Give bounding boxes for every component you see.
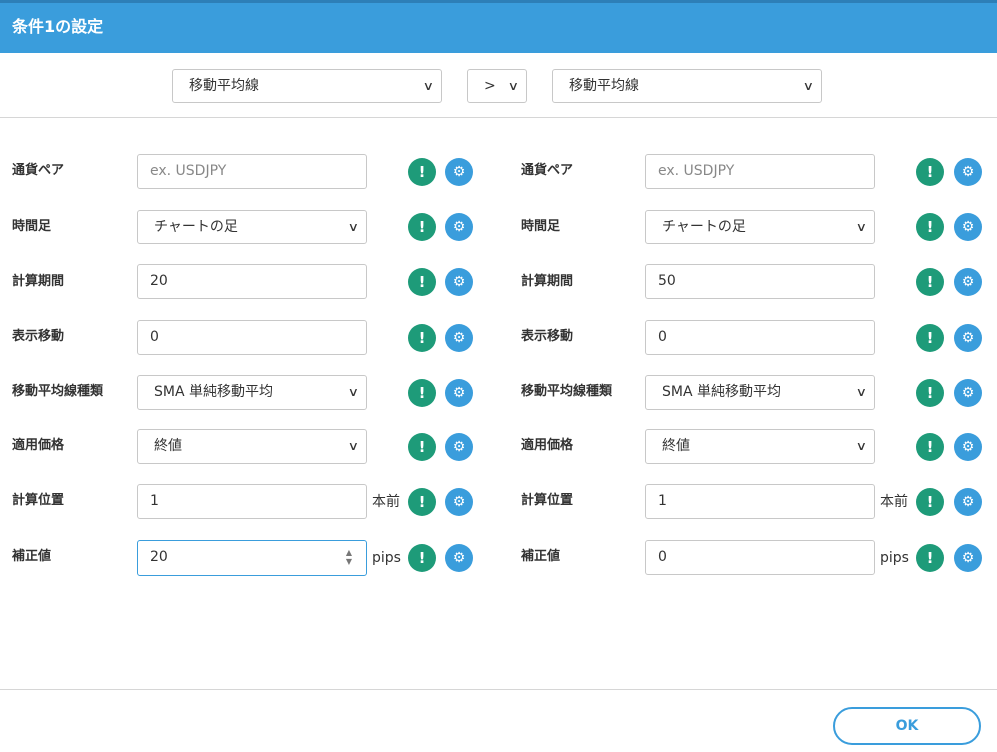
left-timeframe-value: チャートの足 — [154, 219, 238, 235]
right-period-gear-icon[interactable]: ⚙ — [954, 268, 982, 296]
left-ma-type-value: SMA 単純移動平均 — [154, 384, 273, 400]
right-currency-pair-label: 通貨ペア — [521, 163, 574, 178]
left-offset-gear-icon[interactable]: ⚙ — [445, 544, 473, 572]
right-offset-label: 補正値 — [521, 549, 561, 564]
right-timeframe-select[interactable]: チャートの足 ∨ — [645, 210, 875, 244]
left-price-info-icon[interactable]: ! — [408, 433, 436, 461]
right-price-info-icon[interactable]: ! — [916, 433, 944, 461]
right-position-info-icon[interactable]: ! — [916, 488, 944, 516]
right-indicator-select[interactable]: 移動平均線 ∨ — [552, 69, 822, 103]
operator-select[interactable]: > ∨ — [467, 69, 527, 103]
left-price-label: 適用価格 — [12, 438, 65, 453]
left-offset-value: 20 — [150, 549, 168, 565]
left-position-input[interactable]: 1 — [137, 484, 367, 519]
chevron-down-icon: ∨ — [855, 439, 868, 453]
left-price-gear-icon[interactable]: ⚙ — [445, 433, 473, 461]
left-shift-info-icon[interactable]: ! — [408, 324, 436, 352]
right-period-info-icon[interactable]: ! — [916, 268, 944, 296]
left-price-select[interactable]: 終値 ∨ — [137, 429, 367, 464]
left-currency-pair-input[interactable]: ex. USDJPY — [137, 154, 367, 189]
left-period-label: 計算期間 — [12, 274, 65, 289]
right-timeframe-label: 時間足 — [521, 219, 561, 234]
right-timeframe-info-icon[interactable]: ! — [916, 213, 944, 241]
chevron-down-icon: ∨ — [422, 79, 435, 93]
footer-divider — [0, 689, 997, 690]
right-ma-type-value: SMA 単純移動平均 — [662, 384, 781, 400]
left-position-gear-icon[interactable]: ⚙ — [445, 488, 473, 516]
left-position-label: 計算位置 — [12, 493, 65, 508]
right-shift-info-icon[interactable]: ! — [916, 324, 944, 352]
spin-up-icon[interactable]: ▲ — [344, 548, 354, 557]
left-ma-type-info-icon[interactable]: ! — [408, 379, 436, 407]
right-price-select[interactable]: 終値 ∨ — [645, 429, 875, 464]
left-ma-type-gear-icon[interactable]: ⚙ — [445, 379, 473, 407]
right-price-value: 終値 — [662, 438, 690, 454]
left-period-gear-icon[interactable]: ⚙ — [445, 268, 473, 296]
right-offset-gear-icon[interactable]: ⚙ — [954, 544, 982, 572]
right-price-label: 適用価格 — [521, 438, 574, 453]
left-indicator-select[interactable]: 移動平均線 ∨ — [172, 69, 442, 103]
right-offset-info-icon[interactable]: ! — [916, 544, 944, 572]
right-ma-type-gear-icon[interactable]: ⚙ — [954, 379, 982, 407]
right-currency-pair-info-icon[interactable]: ! — [916, 158, 944, 186]
left-position-suffix: 本前 — [372, 494, 400, 510]
left-timeframe-select[interactable]: チャートの足 ∨ — [137, 210, 367, 244]
ok-button[interactable]: OK — [833, 707, 981, 745]
left-shift-input[interactable]: 0 — [137, 320, 367, 355]
left-offset-input[interactable]: 20 ▲ ▼ — [137, 540, 367, 576]
left-indicator-value: 移動平均線 — [189, 78, 259, 94]
left-price-value: 終値 — [154, 438, 182, 454]
right-indicator-value: 移動平均線 — [569, 78, 639, 94]
right-position-label: 計算位置 — [521, 493, 574, 508]
right-timeframe-gear-icon[interactable]: ⚙ — [954, 213, 982, 241]
right-position-suffix: 本前 — [880, 494, 908, 510]
right-position-input[interactable]: 1 — [645, 484, 875, 519]
left-period-info-icon[interactable]: ! — [408, 268, 436, 296]
right-shift-label: 表示移動 — [521, 329, 574, 344]
right-offset-input[interactable]: 0 — [645, 540, 875, 575]
left-ma-type-label: 移動平均線種類 — [12, 384, 104, 399]
number-spinner[interactable]: ▲ ▼ — [344, 548, 354, 566]
right-currency-pair-gear-icon[interactable]: ⚙ — [954, 158, 982, 186]
right-offset-suffix: pips — [880, 550, 909, 566]
left-ma-type-select[interactable]: SMA 単純移動平均 ∨ — [137, 375, 367, 410]
right-currency-pair-input[interactable]: ex. USDJPY — [645, 154, 875, 189]
chevron-down-icon: ∨ — [507, 79, 520, 93]
operator-value: > — [484, 78, 496, 94]
right-shift-gear-icon[interactable]: ⚙ — [954, 324, 982, 352]
chevron-down-icon: ∨ — [347, 220, 360, 234]
left-offset-label: 補正値 — [12, 549, 52, 564]
right-period-input[interactable]: 50 — [645, 264, 875, 299]
right-period-label: 計算期間 — [521, 274, 574, 289]
left-currency-pair-gear-icon[interactable]: ⚙ — [445, 158, 473, 186]
left-timeframe-info-icon[interactable]: ! — [408, 213, 436, 241]
chevron-down-icon: ∨ — [855, 385, 868, 399]
left-timeframe-gear-icon[interactable]: ⚙ — [445, 213, 473, 241]
right-position-gear-icon[interactable]: ⚙ — [954, 488, 982, 516]
right-timeframe-value: チャートの足 — [662, 219, 746, 235]
left-shift-label: 表示移動 — [12, 329, 65, 344]
dialog-header: 条件1の設定 — [0, 0, 997, 53]
chevron-down-icon: ∨ — [347, 385, 360, 399]
left-offset-info-icon[interactable]: ! — [408, 544, 436, 572]
right-ma-type-label: 移動平均線種類 — [521, 384, 613, 399]
left-shift-gear-icon[interactable]: ⚙ — [445, 324, 473, 352]
chevron-down-icon: ∨ — [347, 439, 360, 453]
right-ma-type-select[interactable]: SMA 単純移動平均 ∨ — [645, 375, 875, 410]
spin-down-icon[interactable]: ▼ — [344, 557, 354, 566]
right-ma-type-info-icon[interactable]: ! — [916, 379, 944, 407]
chevron-down-icon: ∨ — [802, 79, 815, 93]
left-offset-suffix: pips — [372, 550, 401, 566]
right-shift-input[interactable]: 0 — [645, 320, 875, 355]
left-currency-pair-info-icon[interactable]: ! — [408, 158, 436, 186]
dialog-title: 条件1の設定 — [12, 17, 104, 36]
chevron-down-icon: ∨ — [855, 220, 868, 234]
left-period-input[interactable]: 20 — [137, 264, 367, 299]
right-price-gear-icon[interactable]: ⚙ — [954, 433, 982, 461]
left-timeframe-label: 時間足 — [12, 219, 52, 234]
left-position-info-icon[interactable]: ! — [408, 488, 436, 516]
divider — [0, 117, 997, 118]
left-currency-pair-label: 通貨ペア — [12, 163, 65, 178]
